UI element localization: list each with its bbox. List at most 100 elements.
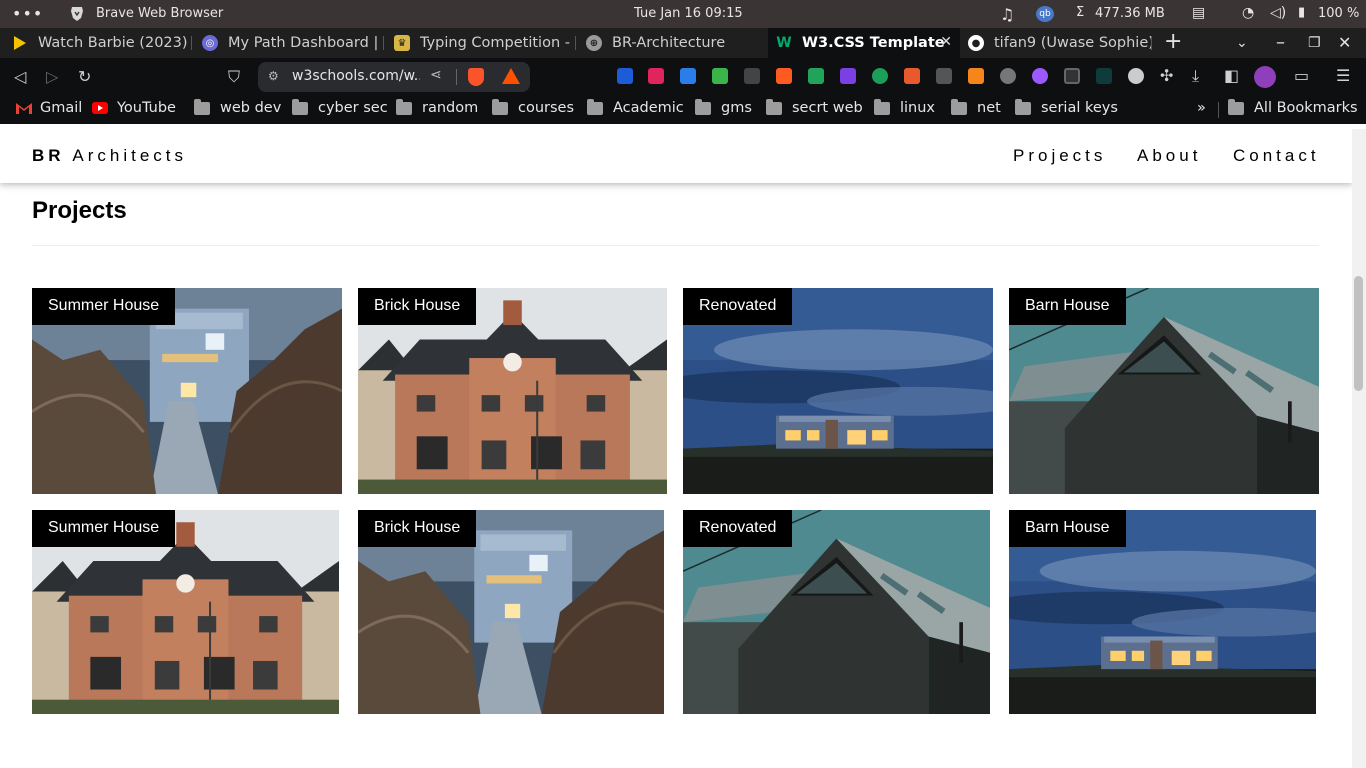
globe-icon: ⊕ [586,35,602,51]
tab-label: tifan9 (Uwase Sophie) [994,35,1152,51]
maximize-icon[interactable]: ❐ [1308,35,1321,51]
bookmark-folder-serial-keys[interactable]: serial keys [1015,98,1118,116]
extension-badge-icon[interactable] [840,68,856,84]
project-label: Barn House [1009,288,1126,325]
project-card[interactable]: Barn House [1009,510,1316,714]
folder-icon [766,98,782,115]
bookmark-label: serial keys [1041,100,1118,116]
extensions-puzzle-icon[interactable]: ✣ [1160,66,1173,85]
wifi-icon[interactable]: ◔ [1242,5,1254,21]
project-card[interactable]: Renovated [683,288,993,494]
github-icon: ● [968,35,984,51]
project-label: Renovated [683,288,793,325]
extension-shield-icon[interactable] [617,68,633,84]
activities-menu-icon[interactable]: ••• [12,4,43,23]
tab-typing-competition[interactable]: ♛ Typing Competition - 1 [384,28,576,58]
bookmark-youtube[interactable]: YouTube [92,100,176,116]
folder-icon [695,98,711,115]
bookmark-folder-secrt-web[interactable]: secrt web [766,98,863,116]
extension-mute-icon[interactable] [936,68,952,84]
minimize-icon[interactable]: – [1276,32,1285,53]
project-label: Renovated [683,510,793,547]
gmail-icon [16,103,32,114]
close-window-icon[interactable]: ✕ [1338,33,1351,52]
qbittorrent-icon[interactable]: qb [1036,6,1054,22]
menu-hamburger-icon[interactable]: ☰ [1336,66,1350,85]
bookmark-label: gms [721,100,752,116]
tab-watch-barbie[interactable]: Watch Barbie (2023) fu [0,28,192,58]
tab-github-tifan9[interactable]: ● tifan9 (Uwase Sophie) [960,28,1152,58]
volume-icon[interactable]: ◁) [1270,5,1286,21]
nav-link-projects[interactable]: Projects [1013,146,1106,166]
close-tab-icon[interactable]: ✕ [940,34,952,50]
nav-link-about[interactable]: About [1137,146,1201,166]
tab-label: BR-Architecture [612,35,726,51]
tab-w3css-template[interactable]: W W3.CSS Template ✕ [768,28,960,58]
extension-orb-icon[interactable] [1032,68,1048,84]
app-name[interactable]: Brave Web Browser [96,6,223,21]
metamask-icon[interactable] [968,68,984,84]
bookmark-folder-web-dev[interactable]: web dev [194,98,281,116]
forward-icon[interactable]: ▷ [46,67,58,86]
extension-video-icon[interactable] [808,68,824,84]
downloads-icon[interactable]: ⤓ [1192,66,1199,86]
project-card[interactable]: Brick House [358,288,667,494]
sidebar-icon[interactable]: ◧ [1224,66,1239,85]
sigma-icon[interactable]: Σ [1076,5,1084,20]
extension-translate-icon[interactable] [776,68,792,84]
project-card[interactable]: Barn House [1009,288,1319,494]
new-tab-plus-icon[interactable]: + [1164,29,1182,54]
extension-m-icon[interactable] [1096,68,1112,84]
bookmark-label: Academic [613,100,684,116]
memory-usage[interactable]: 477.36 MB [1095,6,1165,21]
extension-grid-icon[interactable] [648,68,664,84]
address-bar[interactable]: ⚙ w3schools.com/w... ⋖ [258,62,530,92]
bookmark-folder-courses[interactable]: courses [492,98,574,116]
share-icon[interactable]: ⋖ [430,67,442,83]
all-bookmarks[interactable]: All Bookmarks [1228,98,1358,116]
back-icon[interactable]: ◁ [14,67,26,86]
project-card[interactable]: Brick House [358,510,664,714]
bookmarks-overflow-chevron[interactable]: » [1197,100,1206,116]
bookmark-label: secrt web [792,100,863,116]
bookmark-gmail[interactable]: Gmail [16,100,82,116]
bookmark-folder-gms[interactable]: gms [695,98,752,116]
bookmark-folder-linux[interactable]: linux [874,98,935,116]
extension-house-icon[interactable] [904,68,920,84]
project-card[interactable]: Renovated [683,510,990,714]
tab-my-path-dashboard[interactable]: ◎ My Path Dashboard | W [192,28,384,58]
bookmark-folder-net[interactable]: net [951,98,1001,116]
page-scrollbar[interactable] [1352,129,1366,768]
bookmark-folder-random[interactable]: random [396,98,478,116]
tab-br-architecture[interactable]: ⊕ BR-Architecture [576,28,768,58]
bookmark-icon[interactable]: ⛉ [228,67,240,87]
site-info-icon[interactable]: ⚙ [268,69,279,83]
extension-json-icon[interactable] [744,68,760,84]
extension-flower-icon[interactable] [1000,68,1016,84]
profile-avatar-icon[interactable] [1254,66,1276,88]
extension-camera-icon[interactable] [1064,68,1080,84]
extension-gray-icon[interactable] [1128,68,1144,84]
extension-bot-icon[interactable] [872,68,888,84]
url-text[interactable]: w3schools.com/w... [292,68,420,84]
project-card[interactable]: Summer House [32,288,342,494]
wallet-icon[interactable]: ▭ [1294,66,1309,85]
battery-icon[interactable]: ▮ [1298,5,1305,20]
extension-fi-icon[interactable] [680,68,696,84]
clock[interactable]: Tue Jan 16 09:15 [634,6,743,21]
brave-rewards-icon[interactable] [502,68,520,84]
nav-link-contact[interactable]: Contact [1233,146,1320,166]
music-note-icon[interactable]: ♫ [1000,5,1014,24]
tab-search-chevron-icon[interactable]: ⌄ [1236,35,1248,51]
reload-icon[interactable]: ↻ [78,67,91,86]
brave-shields-icon[interactable] [468,68,484,86]
extension-colors-icon[interactable] [712,68,728,84]
scrollbar-thumb[interactable] [1354,276,1363,391]
battery-level[interactable]: 100 % [1318,6,1359,21]
bookmark-folder-academic[interactable]: Academic [587,98,684,116]
project-card[interactable]: Summer House [32,510,339,714]
site-brand[interactable]: BR Architects [32,146,187,166]
tab-label: W3.CSS Template [802,35,945,51]
bookmark-folder-cyber-sec[interactable]: cyber sec [292,98,388,116]
clipboard-icon[interactable]: ▤ [1192,5,1205,21]
